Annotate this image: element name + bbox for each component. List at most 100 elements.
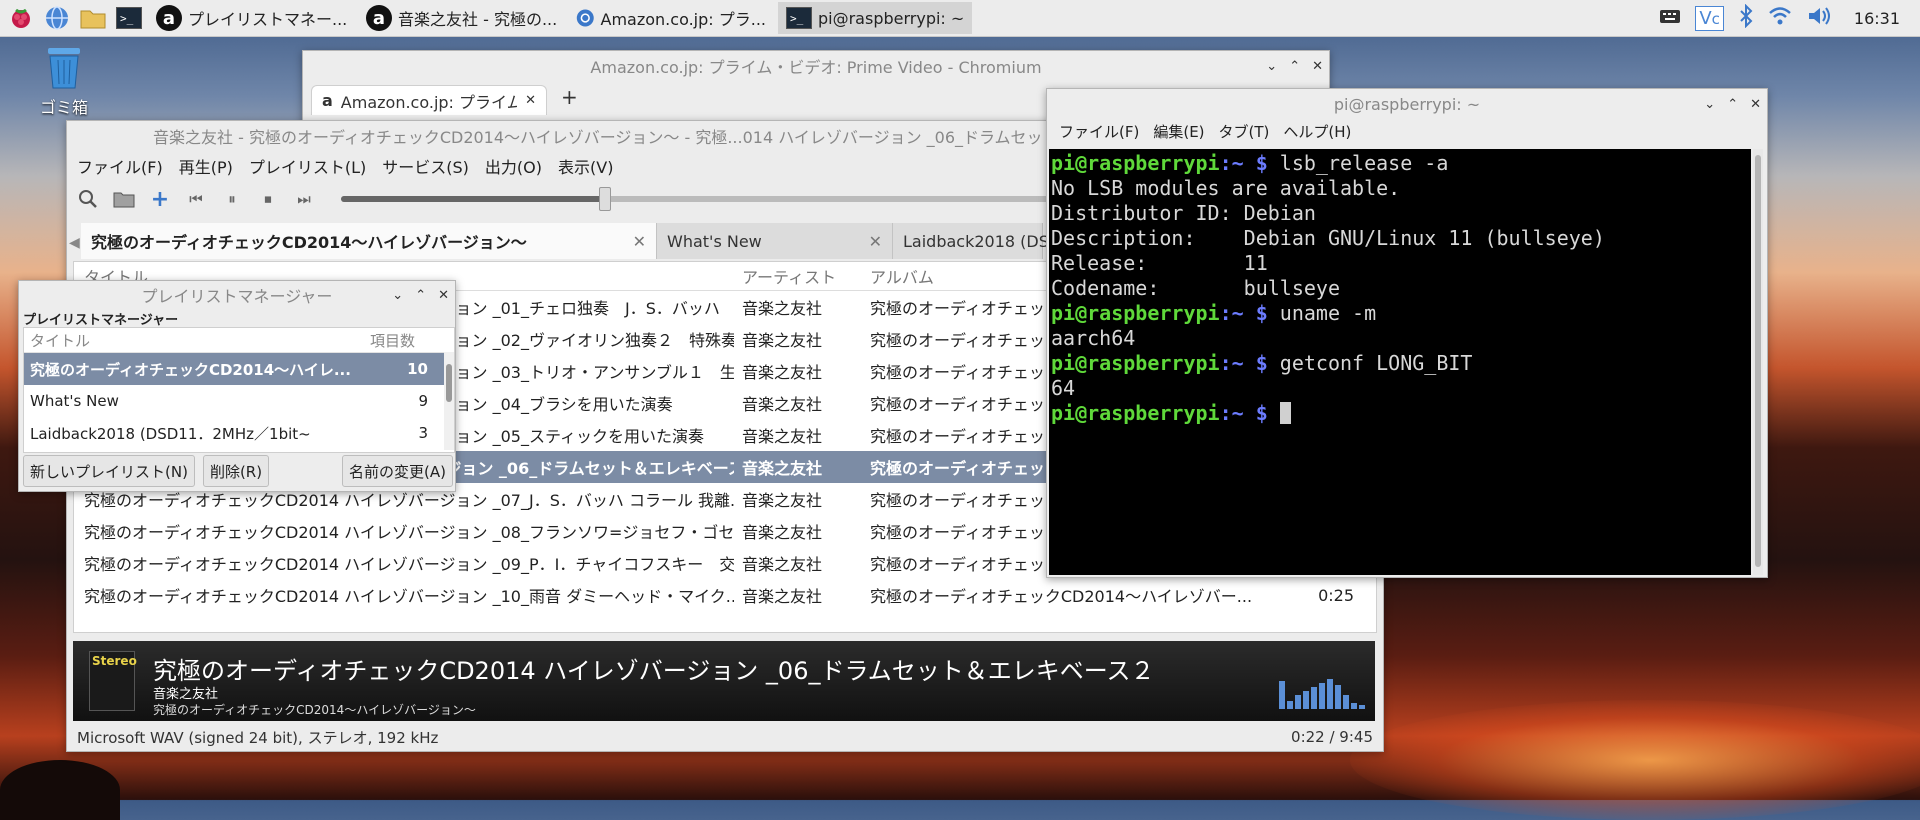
- task-player[interactable]: a 音楽之友社 - 究極の...: [358, 2, 564, 34]
- new-tab-button[interactable]: +: [561, 85, 578, 109]
- track-artist: 音楽之友社: [742, 555, 823, 574]
- maximize-icon[interactable]: ⌃: [415, 288, 426, 303]
- maximize-icon[interactable]: ⌃: [1289, 59, 1300, 74]
- column-name[interactable]: タイトル: [24, 330, 364, 351]
- stop-icon[interactable]: ⏹: [257, 188, 279, 210]
- track-title: 究極のオーディオチェックCD2014 ハイレゾバージョン _09_P．I．チャイ…: [84, 555, 734, 574]
- playlist-count: 9: [418, 392, 428, 410]
- playlist-manager-heading: プレイリストマネージャー: [23, 313, 179, 328]
- amazon-icon: a: [322, 91, 333, 110]
- chromium-tab[interactable]: a Amazon.co.jp: プライム ✕: [311, 85, 547, 115]
- track-artist: 音楽之友社: [742, 395, 823, 414]
- output-text: No LSB modules are available.: [1051, 176, 1401, 200]
- new-playlist-button[interactable]: 新しいプレイリスト(N): [23, 455, 195, 487]
- wallpaper-mountain: [0, 760, 120, 820]
- trash-desktop-item[interactable]: ゴミ箱: [34, 44, 94, 118]
- close-tab-icon[interactable]: ✕: [869, 232, 882, 251]
- task-terminal[interactable]: >_ pi@raspberrypi: ~: [778, 2, 973, 34]
- menu-output[interactable]: 出力(O): [485, 154, 542, 178]
- list-item[interactable]: What's New 9: [24, 385, 454, 417]
- list-item[interactable]: 究極のオーディオチェックCD2014〜ハイレ... 10: [24, 353, 454, 385]
- table-row[interactable]: 究極のオーディオチェックCD2014 ハイレゾバージョン _10_雨音 ダミーヘ…: [74, 579, 1376, 611]
- playlist-count: 10: [407, 360, 428, 378]
- delete-playlist-button[interactable]: 削除(R): [202, 455, 270, 487]
- clock[interactable]: 16:31: [1854, 9, 1900, 28]
- seek-slider[interactable]: [341, 187, 1051, 211]
- terminal-scrollbar[interactable]: [1753, 149, 1763, 575]
- terminal-line: No LSB modules are available.: [1051, 176, 1751, 201]
- menu-file[interactable]: ファイル(F): [77, 154, 163, 178]
- playlist-tab[interactable]: 究極のオーディオチェックCD2014〜ハイレゾバージョン〜 ✕: [81, 223, 657, 259]
- output-text: Distributor ID: Debian: [1051, 201, 1316, 225]
- playlist-name: What's New: [30, 392, 119, 410]
- menu-file[interactable]: ファイル(F): [1059, 121, 1139, 142]
- task-playlist-manager[interactable]: a プレイリストマネー...: [148, 2, 354, 34]
- scroll-thumb[interactable]: [446, 364, 452, 402]
- menu-playback[interactable]: 再生(P): [179, 154, 233, 178]
- trash-icon: [48, 48, 80, 89]
- terminal-line: pi@raspberrypi:~ $ getconf LONG_BIT: [1051, 351, 1751, 376]
- tab-label: Laidback2018 (DSD: [903, 231, 1062, 251]
- playlist-manager-buttons: 新しいプレイリスト(N) 削除(R) 名前の変更(A): [23, 455, 453, 487]
- list-header: タイトル 項目数: [24, 328, 454, 353]
- task-chromium[interactable]: Amazon.co.jp: プラ...: [568, 2, 774, 34]
- album-art: Stereo: [89, 651, 137, 711]
- terminal-icon: >_: [786, 7, 812, 29]
- menu-tabs[interactable]: タブ(T): [1219, 121, 1270, 142]
- close-icon[interactable]: ✕: [1750, 97, 1761, 112]
- minimize-icon[interactable]: ⌄: [392, 288, 403, 303]
- scroll-thumb[interactable]: [1755, 155, 1761, 567]
- column-count[interactable]: 項目数: [364, 330, 434, 351]
- rename-playlist-button[interactable]: 名前の変更(A): [342, 455, 453, 487]
- tab-scroll-left-icon[interactable]: ◀: [69, 235, 80, 251]
- vnc-icon[interactable]: Vc: [1695, 5, 1724, 31]
- close-tab-icon[interactable]: ✕: [633, 232, 646, 251]
- seek-handle[interactable]: [598, 187, 611, 211]
- globe-icon[interactable]: [42, 3, 72, 33]
- keyboard-icon[interactable]: [1659, 7, 1681, 29]
- search-icon[interactable]: [77, 188, 99, 210]
- tab-label: 究極のオーディオチェックCD2014〜ハイレゾバージョン〜: [91, 233, 527, 252]
- playlist-manager-titlebar[interactable]: プレイリストマネージャー ⌄ ⌃ ✕: [19, 281, 455, 309]
- next-icon[interactable]: ⏭: [293, 188, 315, 210]
- open-folder-icon[interactable]: [113, 188, 135, 210]
- volume-icon[interactable]: [1806, 5, 1832, 31]
- terminal-icon[interactable]: >_: [114, 3, 144, 33]
- raspberry-menu-icon[interactable]: [6, 3, 36, 33]
- terminal-line: pi@raspberrypi:~ $ lsb_release -a: [1051, 151, 1751, 176]
- chromium-titlebar[interactable]: Amazon.co.jp: プライム・ビデオ: Prime Video - Ch…: [303, 51, 1329, 81]
- menu-edit[interactable]: 編集(E): [1153, 121, 1204, 142]
- window-controls: ⌄ ⌃ ✕: [1704, 89, 1761, 119]
- close-icon[interactable]: ✕: [1312, 59, 1323, 74]
- close-tab-icon[interactable]: ✕: [525, 93, 536, 108]
- previous-icon[interactable]: ⏮: [185, 188, 207, 210]
- output-text: Release: 11: [1051, 251, 1268, 275]
- terminal-titlebar[interactable]: pi@raspberrypi: ~ ⌄ ⌃ ✕: [1047, 89, 1767, 119]
- wifi-icon[interactable]: [1768, 6, 1792, 30]
- terminal-line: Codename: bullseye: [1051, 276, 1751, 301]
- folder-icon[interactable]: [78, 3, 108, 33]
- playlist-tab[interactable]: Laidback2018 (DSD: [893, 223, 1061, 259]
- terminal-window: pi@raspberrypi: ~ ⌄ ⌃ ✕ ファイル(F) 編集(E) タブ…: [1046, 88, 1768, 578]
- task-label: pi@raspberrypi: ~: [818, 8, 965, 28]
- menu-playlist[interactable]: プレイリスト(L): [249, 154, 366, 178]
- add-icon[interactable]: +: [149, 187, 171, 212]
- command-text: lsb_release -a: [1267, 151, 1449, 175]
- list-scrollbar[interactable]: [444, 352, 454, 450]
- prompt-user: pi@raspberrypi: [1051, 351, 1220, 375]
- terminal-output[interactable]: pi@raspberrypi:~ $ lsb_release -a No LSB …: [1049, 149, 1751, 575]
- menu-services[interactable]: サービス(S): [382, 154, 469, 178]
- command-text: uname -m: [1267, 301, 1377, 325]
- playlist-tab[interactable]: What's New ✕: [657, 223, 893, 259]
- wallpaper-glow: [1350, 700, 1920, 820]
- list-item[interactable]: Laidback2018 (DSD11．2MHz／1bit~ 3: [24, 417, 454, 449]
- menu-view[interactable]: 表示(V): [558, 154, 613, 178]
- pause-icon[interactable]: ⏸: [221, 188, 243, 210]
- bluetooth-icon[interactable]: [1738, 3, 1754, 32]
- close-icon[interactable]: ✕: [438, 288, 449, 303]
- minimize-icon[interactable]: ⌄: [1704, 97, 1715, 112]
- menu-help[interactable]: ヘルプ(H): [1283, 121, 1351, 142]
- maximize-icon[interactable]: ⌃: [1727, 97, 1738, 112]
- column-artist[interactable]: アーティスト: [734, 264, 862, 288]
- minimize-icon[interactable]: ⌄: [1266, 59, 1277, 74]
